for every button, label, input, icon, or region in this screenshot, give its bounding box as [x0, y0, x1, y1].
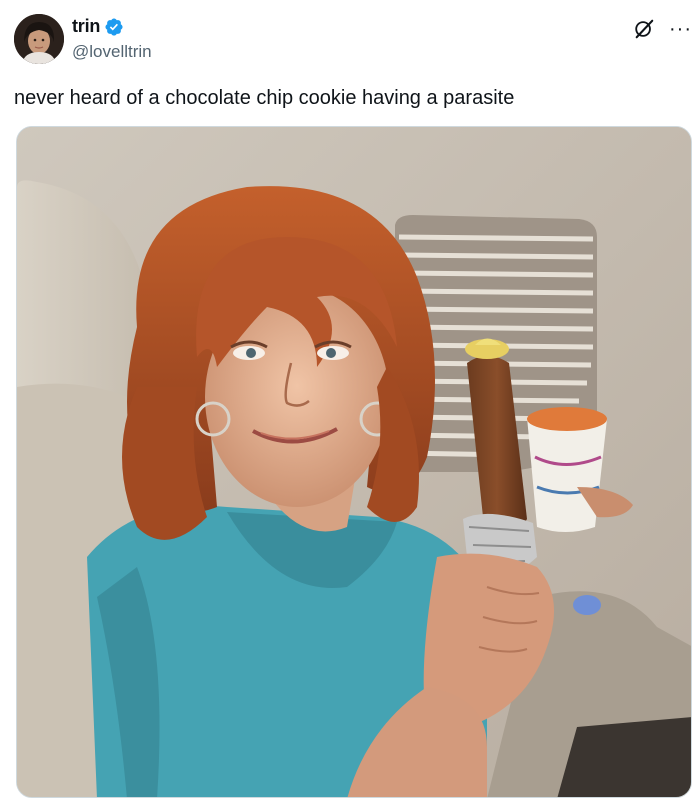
tweet-photo[interactable] [16, 126, 692, 798]
verified-badge-icon [104, 17, 124, 37]
avatar[interactable] [14, 14, 64, 64]
author-display-name[interactable]: trin [72, 16, 100, 37]
photo-icon [17, 127, 691, 797]
grok-icon[interactable] [633, 18, 655, 40]
author-handle[interactable]: @lovelltrin [72, 42, 152, 62]
tweet-top-actions: ··· [633, 18, 692, 40]
tweet-card: trin @lovelltrin ··· never heard of a ch… [0, 0, 700, 808]
more-options-icon[interactable]: ··· [669, 19, 692, 39]
avatar-image [14, 14, 64, 64]
tweet-text: never heard of a chocolate chip cookie h… [14, 87, 515, 109]
author-name-row[interactable]: trin [72, 16, 124, 37]
